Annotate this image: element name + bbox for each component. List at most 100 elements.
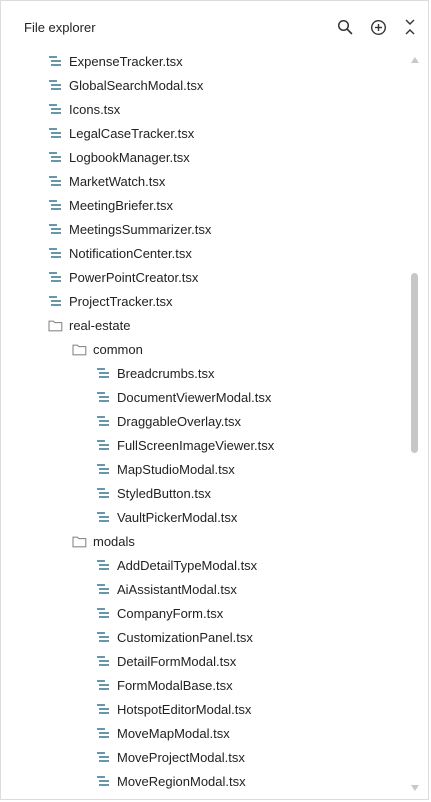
add-circle-icon [370,19,387,36]
file-label: AddDetailTypeModal.tsx [117,557,258,573]
file-item[interactable]: LogbookManager.tsx [1,145,404,169]
folder-label: real-estate [69,317,131,333]
file-tree: ExpenseTracker.tsx GlobalSearchModal.tsx I… [1,49,404,799]
file-lines-icon [95,557,111,573]
search-icon [337,19,353,35]
file-lines-icon [95,701,111,717]
file-lines-icon [95,677,111,693]
file-item[interactable]: DraggableOverlay.tsx [1,409,404,433]
new-file-button[interactable] [367,16,389,38]
file-label: FullScreenImageViewer.tsx [117,437,275,453]
file-lines-icon [47,197,63,213]
file-item[interactable]: CompanyForm.tsx [1,601,404,625]
file-explorer-header: File explorer [1,1,428,53]
file-item[interactable]: MapStudioModal.tsx [1,457,404,481]
file-lines-icon [95,485,111,501]
file-lines-icon [47,269,63,285]
file-lines-icon [95,461,111,477]
file-item[interactable]: Icons.tsx [1,97,404,121]
file-item[interactable]: AddDetailTypeModal.tsx [1,553,404,577]
collapse-all-icon [403,17,417,37]
file-item[interactable]: Breadcrumbs.tsx [1,361,404,385]
file-lines-icon [95,365,111,381]
file-label: StyledButton.tsx [117,485,211,501]
file-item[interactable]: VaultPickerModal.tsx [1,505,404,529]
scrollbar-thumb[interactable] [411,273,418,453]
search-button[interactable] [334,16,356,38]
file-item[interactable]: PowerPointCreator.tsx [1,265,404,289]
folder-icon [71,533,87,549]
file-label: DetailFormModal.tsx [117,653,237,669]
file-item[interactable]: ExpenseTracker.tsx [1,49,404,73]
file-lines-icon [95,413,111,429]
folder-item[interactable]: modals [1,529,404,553]
file-item[interactable]: MarketWatch.tsx [1,169,404,193]
file-lines-icon [47,221,63,237]
file-label: CompanyForm.tsx [117,605,224,621]
file-lines-icon [95,725,111,741]
folder-label: common [93,341,143,357]
file-label: MoveProjectModal.tsx [117,749,245,765]
file-item[interactable]: NotificationCenter.tsx [1,241,404,265]
file-label: GlobalSearchModal.tsx [69,77,204,93]
file-label: CustomizationPanel.tsx [117,629,253,645]
file-lines-icon [95,509,111,525]
file-lines-icon [95,605,111,621]
file-lines-icon [47,101,63,117]
file-item[interactable]: DocumentViewerModal.tsx [1,385,404,409]
file-item[interactable]: MoveRegionModal.tsx [1,769,404,793]
file-item[interactable]: GlobalSearchModal.tsx [1,73,404,97]
file-item[interactable]: AiAssistantModal.tsx [1,577,404,601]
file-label: PowerPointCreator.tsx [69,269,199,285]
file-label: NotificationCenter.tsx [69,245,192,261]
file-lines-icon [95,773,111,789]
file-label: MeetingBriefer.tsx [69,197,174,213]
file-item[interactable]: MoveMapModal.tsx [1,721,404,745]
file-item[interactable]: FullScreenImageViewer.tsx [1,433,404,457]
file-lines-icon [47,245,63,261]
file-lines-icon [95,629,111,645]
file-label: ExpenseTracker.tsx [69,53,183,69]
file-item[interactable]: MeetingsSummarizer.tsx [1,217,404,241]
file-label: Breadcrumbs.tsx [117,365,215,381]
file-label: HotspotEditorModal.tsx [117,701,252,717]
file-lines-icon [95,653,111,669]
file-label: FormModalBase.tsx [117,677,233,693]
file-label: MoveMapModal.tsx [117,725,230,741]
file-lines-icon [47,77,63,93]
vertical-scrollbar[interactable] [410,53,420,799]
file-item[interactable]: LegalCaseTracker.tsx [1,121,404,145]
file-label: Icons.tsx [69,101,121,117]
file-item[interactable]: FormModalBase.tsx [1,673,404,697]
file-lines-icon [95,749,111,765]
folder-label: modals [93,533,135,549]
collapse-all-button[interactable] [399,16,421,38]
file-label: MoveRegionModal.tsx [117,773,246,789]
file-lines-icon [47,173,63,189]
file-item[interactable]: MeetingBriefer.tsx [1,193,404,217]
file-item[interactable]: StyledButton.tsx [1,481,404,505]
file-item[interactable]: MoveProjectModal.tsx [1,745,404,769]
folder-icon [71,341,87,357]
file-label: DraggableOverlay.tsx [117,413,242,429]
file-item[interactable]: CustomizationPanel.tsx [1,625,404,649]
panel-title: File explorer [24,20,96,35]
file-lines-icon [47,149,63,165]
scroll-up-arrow-icon[interactable] [410,55,420,65]
file-label: LogbookManager.tsx [69,149,190,165]
file-lines-icon [95,437,111,453]
folder-item[interactable]: real-estate [1,313,404,337]
file-item[interactable]: DetailFormModal.tsx [1,649,404,673]
file-label: AiAssistantModal.tsx [117,581,237,597]
scroll-down-arrow-icon[interactable] [410,783,420,793]
file-lines-icon [95,389,111,405]
file-label: MarketWatch.tsx [69,173,166,189]
file-item[interactable]: ProjectTracker.tsx [1,289,404,313]
file-lines-icon [47,125,63,141]
folder-item[interactable]: common [1,337,404,361]
file-lines-icon [47,293,63,309]
file-label: MeetingsSummarizer.tsx [69,221,212,237]
file-item[interactable]: HotspotEditorModal.tsx [1,697,404,721]
file-lines-icon [95,581,111,597]
file-lines-icon [47,53,63,69]
